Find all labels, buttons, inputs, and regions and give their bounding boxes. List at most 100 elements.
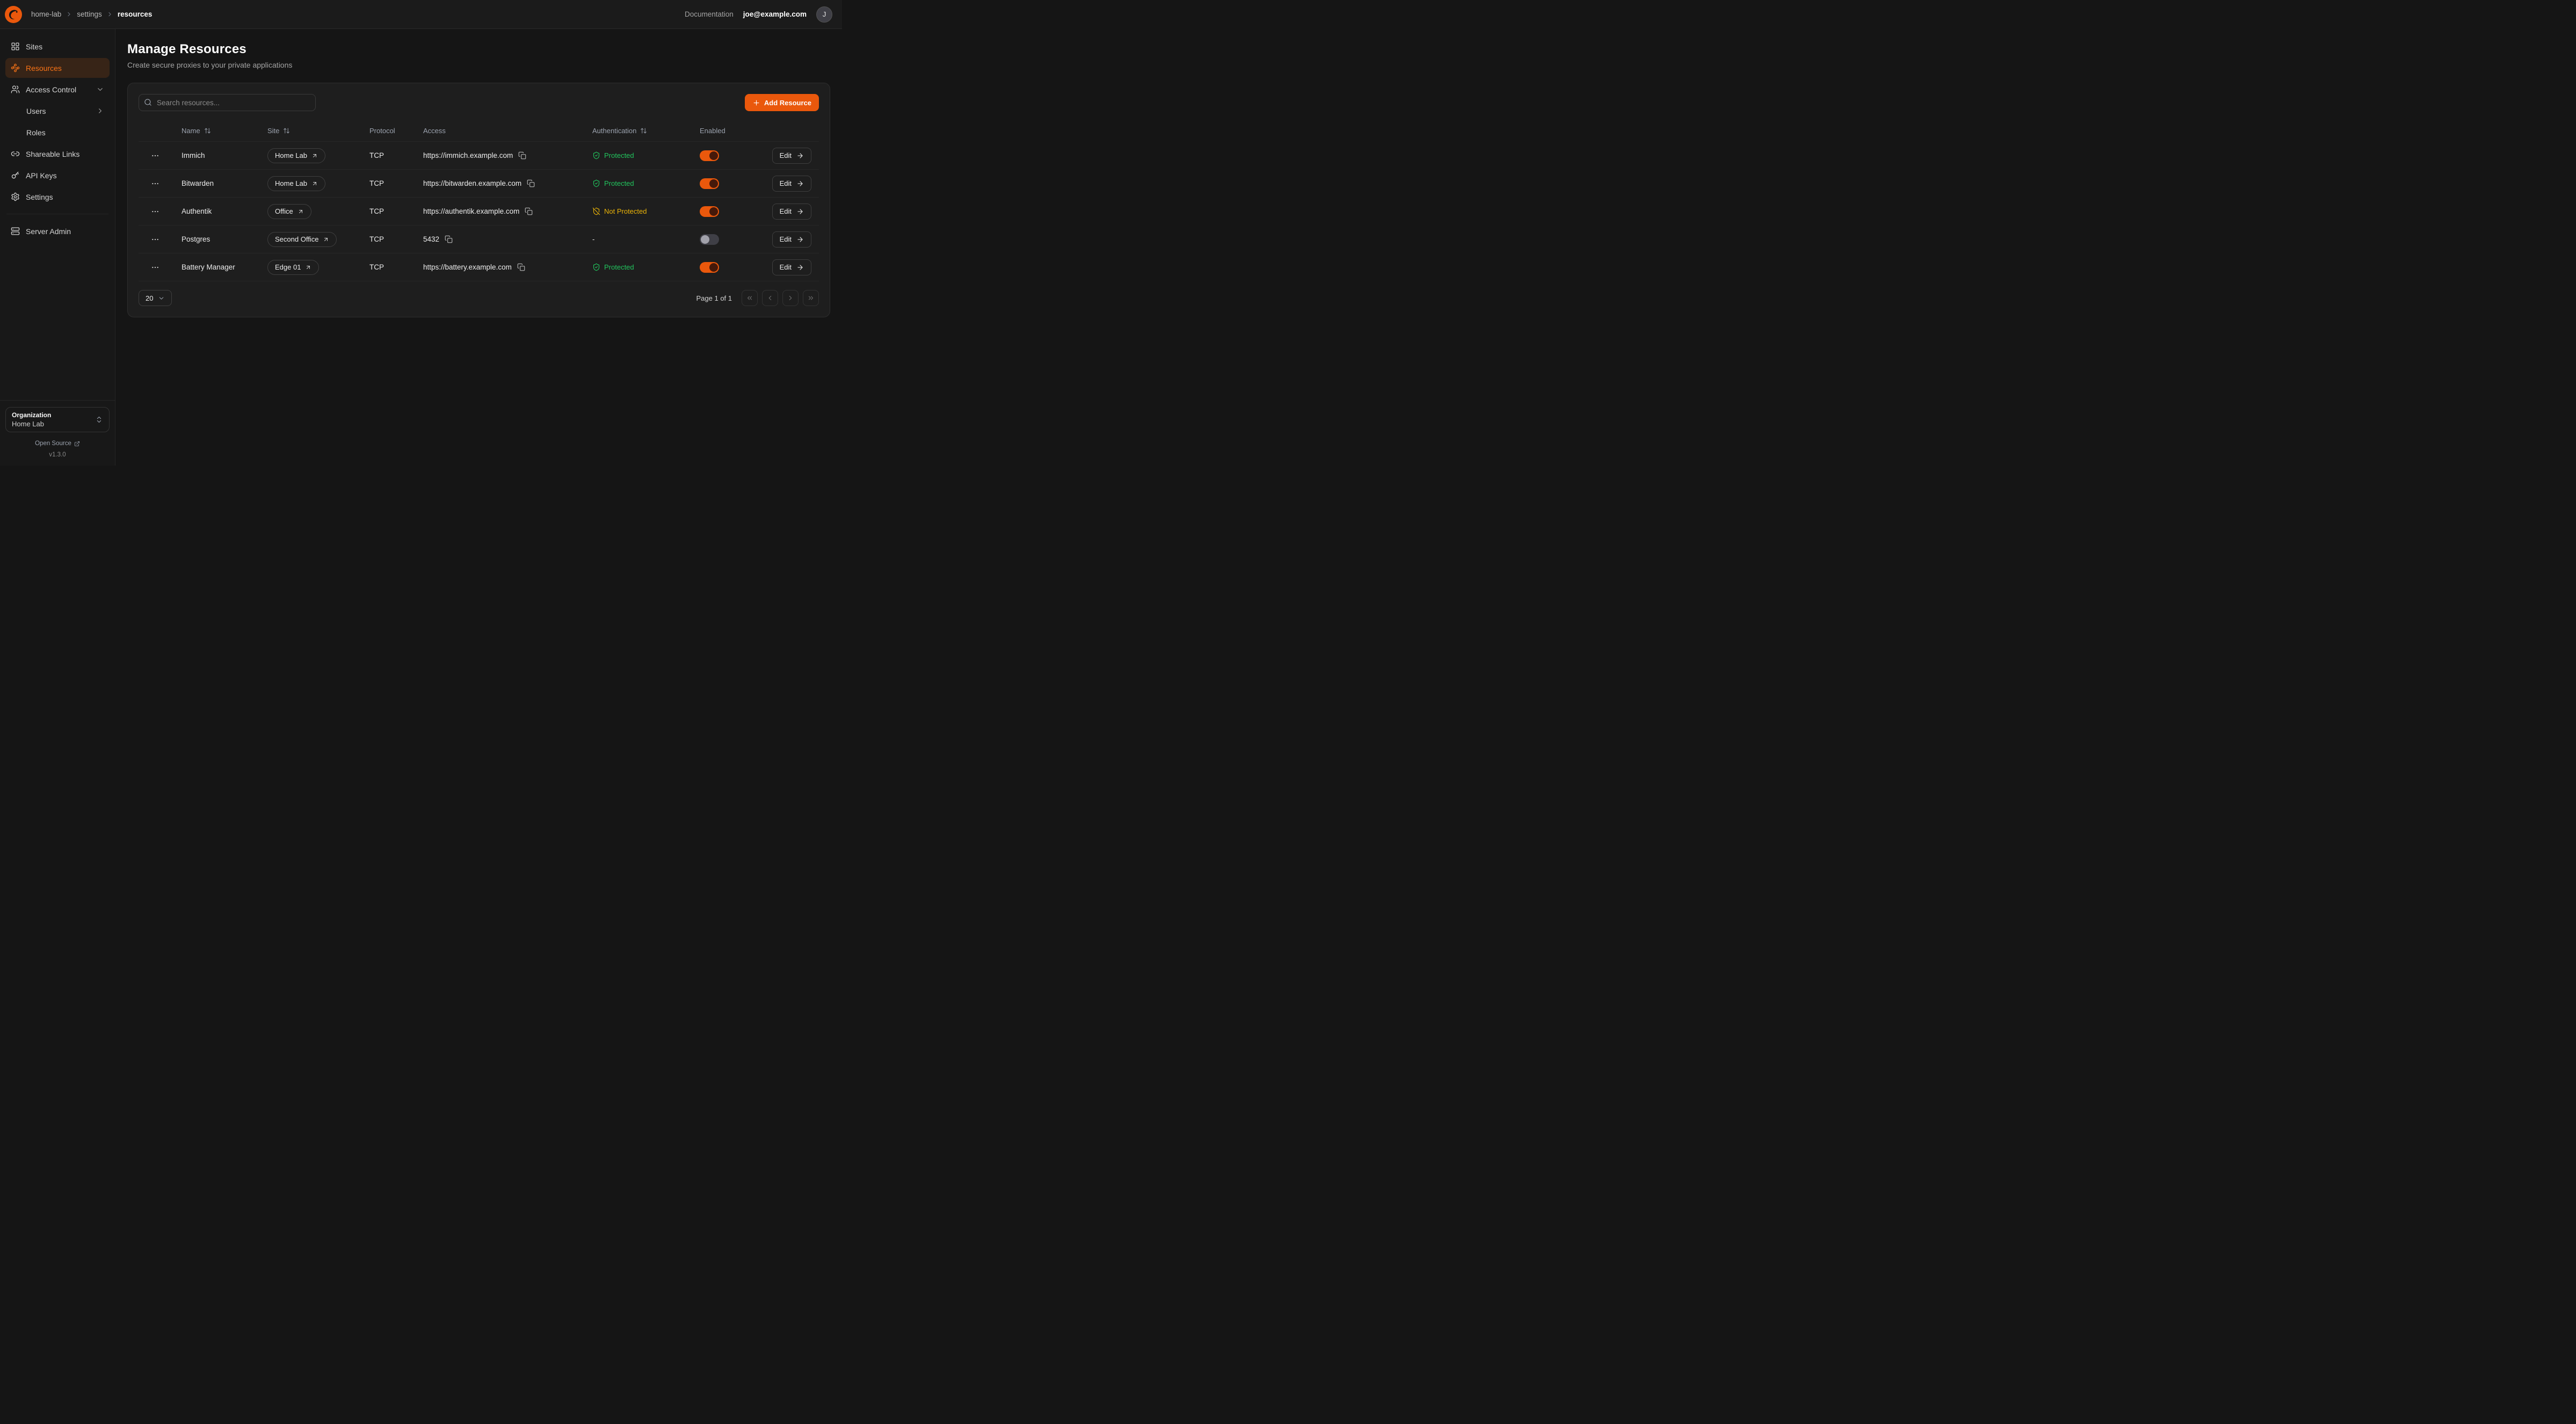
edit-button[interactable]: Edit <box>772 176 811 192</box>
search-input[interactable] <box>139 94 316 111</box>
app-logo[interactable] <box>4 5 23 24</box>
sidebar-item-sites[interactable]: Sites <box>5 37 110 56</box>
ellipsis-icon <box>151 235 159 244</box>
site-link[interactable]: Edge 01 <box>267 260 319 275</box>
edit-button[interactable]: Edit <box>772 148 811 164</box>
sidebar-item-label: Access Control <box>26 85 76 94</box>
sidebar-item-label: Resources <box>26 64 62 72</box>
enabled-toggle[interactable] <box>700 262 719 273</box>
sort-icon <box>204 127 211 134</box>
sidebar-item-resources[interactable]: Resources <box>5 58 110 78</box>
arrow-up-right-icon <box>311 180 318 187</box>
sidebar-item-api-keys[interactable]: API Keys <box>5 165 110 185</box>
row-menu-button[interactable] <box>149 150 161 162</box>
sidebar-item-access-control[interactable]: Access Control <box>5 79 110 99</box>
arrow-up-right-icon <box>323 236 329 243</box>
breadcrumb-current: resources <box>118 10 153 18</box>
sidebar-item-roles[interactable]: Roles <box>5 122 110 142</box>
next-page-button[interactable] <box>782 290 799 306</box>
copy-button[interactable] <box>516 262 526 272</box>
resource-name: Bitwarden <box>176 179 262 187</box>
sidebar-item-server-admin[interactable]: Server Admin <box>5 221 110 241</box>
ellipsis-icon <box>151 263 159 272</box>
enabled-toggle[interactable] <box>700 178 719 189</box>
edit-button[interactable]: Edit <box>772 204 811 220</box>
chevrons-left-icon <box>746 294 753 302</box>
breadcrumb-settings[interactable]: settings <box>77 10 102 18</box>
table-row: Postgres Second Office TCP 5432 - Edit <box>139 225 819 253</box>
row-menu-button[interactable] <box>149 178 161 190</box>
sidebar-item-label: Sites <box>26 42 42 51</box>
row-menu-button[interactable] <box>149 261 161 273</box>
page-title: Manage Resources <box>127 42 830 57</box>
site-link[interactable]: Home Lab <box>267 148 325 163</box>
org-switcher[interactable]: Organization Home Lab <box>5 407 110 432</box>
documentation-link[interactable]: Documentation <box>685 10 734 18</box>
copy-button[interactable] <box>526 178 536 188</box>
copy-icon <box>518 151 526 159</box>
enabled-toggle[interactable] <box>700 206 719 217</box>
site-link[interactable]: Office <box>267 204 311 219</box>
ellipsis-icon <box>151 151 159 160</box>
main-content: Manage Resources Create secure proxies t… <box>115 29 842 466</box>
edit-button[interactable]: Edit <box>772 259 811 275</box>
row-menu-button[interactable] <box>149 206 161 217</box>
resource-name: Postgres <box>176 235 262 243</box>
gear-icon <box>11 192 20 201</box>
sidebar-item-users[interactable]: Users <box>5 101 110 121</box>
chevron-left-icon <box>766 294 774 302</box>
enabled-toggle[interactable] <box>700 234 719 245</box>
row-menu-button[interactable] <box>149 234 161 245</box>
avatar[interactable]: J <box>816 6 832 23</box>
chevron-down-icon <box>158 295 165 302</box>
copy-icon <box>517 263 525 271</box>
table-row: Bitwarden Home Lab TCP https://bitwarden… <box>139 169 819 197</box>
breadcrumb: home-lab settings resources <box>31 10 152 18</box>
resources-card: Add Resource Name Site Protocol Access <box>127 83 830 317</box>
site-link[interactable]: Home Lab <box>267 176 325 191</box>
arrow-right-icon <box>796 236 804 243</box>
plus-icon <box>752 99 760 107</box>
resource-protocol: TCP <box>364 179 418 187</box>
pangolin-logo-icon <box>4 5 23 24</box>
sidebar-item-label: Settings <box>26 193 53 201</box>
open-source-link[interactable]: Open Source <box>5 440 110 447</box>
table-row: Immich Home Lab TCP https://immich.examp… <box>139 141 819 169</box>
column-header-authentication[interactable]: Authentication <box>587 127 694 135</box>
sidebar-item-label: Roles <box>26 128 46 137</box>
chevron-right-icon <box>106 11 113 18</box>
prev-page-button[interactable] <box>762 290 778 306</box>
resource-access-url: https://authentik.example.com <box>423 207 519 215</box>
resource-name: Immich <box>176 151 262 159</box>
server-icon <box>11 227 20 236</box>
topbar-left: home-lab settings resources <box>4 5 152 24</box>
key-icon <box>11 171 20 180</box>
first-page-button[interactable] <box>742 290 758 306</box>
edit-button[interactable]: Edit <box>772 231 811 248</box>
copy-icon <box>527 179 535 187</box>
column-header-site[interactable]: Site <box>262 127 364 135</box>
shield-off-icon <box>592 207 600 215</box>
column-header-name[interactable]: Name <box>176 127 262 135</box>
page-size-select[interactable]: 20 <box>139 290 172 306</box>
enabled-toggle[interactable] <box>700 150 719 161</box>
topbar: home-lab settings resources Documentatio… <box>0 0 842 29</box>
resources-table: Name Site Protocol Access Authentication… <box>139 120 819 281</box>
pagination: Page 1 of 1 <box>696 290 819 306</box>
add-resource-button[interactable]: Add Resource <box>745 94 819 111</box>
copy-button[interactable] <box>444 234 454 244</box>
arrow-right-icon <box>796 180 804 187</box>
last-page-button[interactable] <box>803 290 819 306</box>
breadcrumb-home-lab[interactable]: home-lab <box>31 10 61 18</box>
chevrons-up-down-icon <box>95 416 103 424</box>
copy-button[interactable] <box>517 150 527 161</box>
auth-status: Protected <box>587 263 694 271</box>
org-switcher-label: Organization <box>12 411 51 419</box>
shield-check-icon <box>592 263 600 271</box>
sidebar-item-settings[interactable]: Settings <box>5 187 110 207</box>
chevron-right-icon <box>787 294 794 302</box>
sidebar-item-shareable-links[interactable]: Shareable Links <box>5 144 110 164</box>
site-link[interactable]: Second Office <box>267 232 337 247</box>
chevron-right-icon <box>96 107 104 115</box>
copy-button[interactable] <box>524 206 534 216</box>
